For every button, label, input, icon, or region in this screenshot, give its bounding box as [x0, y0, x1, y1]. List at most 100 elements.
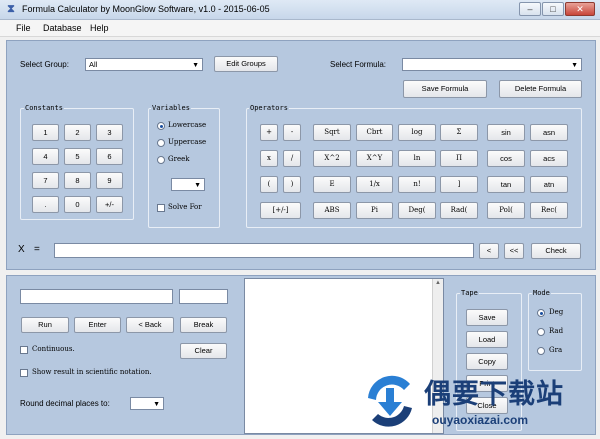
tape-load-button[interactable]: Load: [466, 331, 508, 348]
run-button[interactable]: Run: [21, 317, 69, 333]
key-7[interactable]: 7: [32, 172, 59, 189]
key-1[interactable]: 1: [32, 124, 59, 141]
mode-radio-gra[interactable]: [537, 347, 545, 355]
solve-for-checkbox[interactable]: [157, 204, 165, 212]
key-0[interactable]: 0: [64, 196, 91, 213]
menu-file[interactable]: File: [16, 23, 31, 33]
op-sin-button[interactable]: sin: [487, 124, 525, 141]
op-sigma-button[interactable]: Σ: [440, 124, 478, 141]
op-pol-button[interactable]: Pol(: [487, 202, 525, 219]
op-tan-button[interactable]: tan: [487, 176, 525, 193]
op-cbrt-button[interactable]: Cbrt: [356, 124, 393, 141]
clear-back-button[interactable]: <<: [504, 243, 524, 259]
key-8[interactable]: 8: [64, 172, 91, 189]
key-2[interactable]: 2: [64, 124, 91, 141]
variable-label-lowercase: Lowercase: [168, 121, 207, 129]
continuous-checkbox[interactable]: [20, 346, 28, 354]
op-power-button[interactable]: X^Y: [356, 150, 393, 167]
mode-label-deg: Deg: [549, 308, 564, 316]
op-rad-button[interactable]: Rad(: [440, 202, 478, 219]
edit-groups-button[interactable]: Edit Groups: [214, 56, 278, 72]
key-4[interactable]: 4: [32, 148, 59, 165]
download-logo-icon: [364, 375, 416, 428]
clear-button[interactable]: Clear: [180, 343, 227, 359]
op-e-button[interactable]: E: [313, 176, 351, 193]
variable-label-greek: Greek: [168, 155, 190, 163]
back-button[interactable]: < Back: [126, 317, 174, 333]
menu-bar: File Database Help: [0, 20, 600, 37]
constants-title: Constants: [24, 104, 64, 113]
key-sign[interactable]: +/-: [96, 196, 123, 213]
select-group-label: Select Group:: [20, 60, 69, 69]
tape-save-button[interactable]: Save: [466, 309, 508, 326]
op-sign-bracket-button[interactable]: [+/-]: [260, 202, 301, 219]
chevron-down-icon: ▼: [192, 62, 199, 69]
solve-for-label: Solve For: [168, 203, 202, 211]
op-close-bracket-button[interactable]: ]: [440, 176, 478, 193]
op-reciprocal-button[interactable]: 1/x: [356, 176, 393, 193]
op-pi-button[interactable]: Pi: [356, 202, 393, 219]
result-input[interactable]: [20, 289, 173, 304]
variable-radio-greek[interactable]: [157, 156, 165, 164]
site-watermark: 偶要下载站 ouyaoxiazai.com: [360, 368, 592, 436]
op-atn-button[interactable]: atn: [530, 176, 568, 193]
op-cos-button[interactable]: cos: [487, 150, 525, 167]
key-9[interactable]: 9: [96, 172, 123, 189]
equals-sign: =: [34, 244, 40, 255]
op-pi-product-button[interactable]: Π: [440, 150, 478, 167]
secondary-input[interactable]: [179, 289, 228, 304]
op-factorial-button[interactable]: n!: [398, 176, 436, 193]
key-3[interactable]: 3: [96, 124, 123, 141]
key-6[interactable]: 6: [96, 148, 123, 165]
op-abs-button[interactable]: ABS: [313, 202, 351, 219]
op-rec-button[interactable]: Rec(: [530, 202, 568, 219]
continuous-label: Continuous.: [32, 345, 75, 353]
op-asn-button[interactable]: asn: [530, 124, 568, 141]
mode-title: Mode: [532, 289, 551, 298]
variable-radio-lowercase[interactable]: [157, 122, 165, 130]
save-formula-button[interactable]: Save Formula: [403, 80, 487, 98]
variable-x-label: X: [18, 244, 25, 255]
break-button[interactable]: Break: [180, 317, 227, 333]
round-decimal-dropdown[interactable]: ▼: [130, 397, 164, 410]
scientific-notation-checkbox[interactable]: [20, 369, 28, 377]
scroll-up-icon: ▲: [435, 280, 441, 286]
minimize-button[interactable]: –: [519, 2, 541, 16]
delete-formula-button[interactable]: Delete Formula: [499, 80, 582, 98]
op-plus-button[interactable]: +: [260, 124, 278, 141]
menu-help[interactable]: Help: [90, 23, 109, 33]
op-minus-button[interactable]: -: [283, 124, 301, 141]
close-button[interactable]: ✕: [565, 2, 595, 16]
variable-radio-uppercase[interactable]: [157, 139, 165, 147]
select-formula-dropdown[interactable]: ▼: [402, 58, 582, 71]
op-log-button[interactable]: log: [398, 124, 436, 141]
watermark-url: ouyaoxiazai.com: [432, 413, 529, 427]
operators-title: Operators: [249, 104, 289, 113]
x-value-input[interactable]: [54, 243, 474, 258]
op-open-paren-button[interactable]: (: [260, 176, 278, 193]
select-group-dropdown[interactable]: All ▼: [85, 58, 203, 71]
scientific-notation-label: Show result in scientific notation.: [32, 368, 152, 376]
key-decimal-point[interactable]: .: [32, 196, 59, 213]
window-title: Formula Calculator by MoonGlow Software,…: [22, 4, 270, 14]
enter-button[interactable]: Enter: [74, 317, 121, 333]
op-ln-button[interactable]: ln: [398, 150, 436, 167]
menu-database[interactable]: Database: [43, 23, 82, 33]
op-multiply-button[interactable]: x: [260, 150, 278, 167]
key-5[interactable]: 5: [64, 148, 91, 165]
op-square-button[interactable]: X^2: [313, 150, 351, 167]
backspace-button[interactable]: <: [479, 243, 499, 259]
variable-dropdown[interactable]: ▼: [171, 178, 205, 191]
op-deg-button[interactable]: Deg(: [398, 202, 436, 219]
select-group-value: All: [89, 60, 98, 69]
op-acs-button[interactable]: acs: [530, 150, 568, 167]
maximize-button[interactable]: □: [542, 2, 564, 16]
op-close-paren-button[interactable]: ): [283, 176, 301, 193]
mode-radio-rad[interactable]: [537, 328, 545, 336]
variable-label-uppercase: Uppercase: [168, 138, 207, 146]
op-divide-button[interactable]: /: [283, 150, 301, 167]
op-sqrt-button[interactable]: Sqrt: [313, 124, 351, 141]
chevron-down-icon: ▼: [194, 182, 201, 189]
check-button[interactable]: Check: [531, 243, 581, 259]
mode-radio-deg[interactable]: [537, 309, 545, 317]
